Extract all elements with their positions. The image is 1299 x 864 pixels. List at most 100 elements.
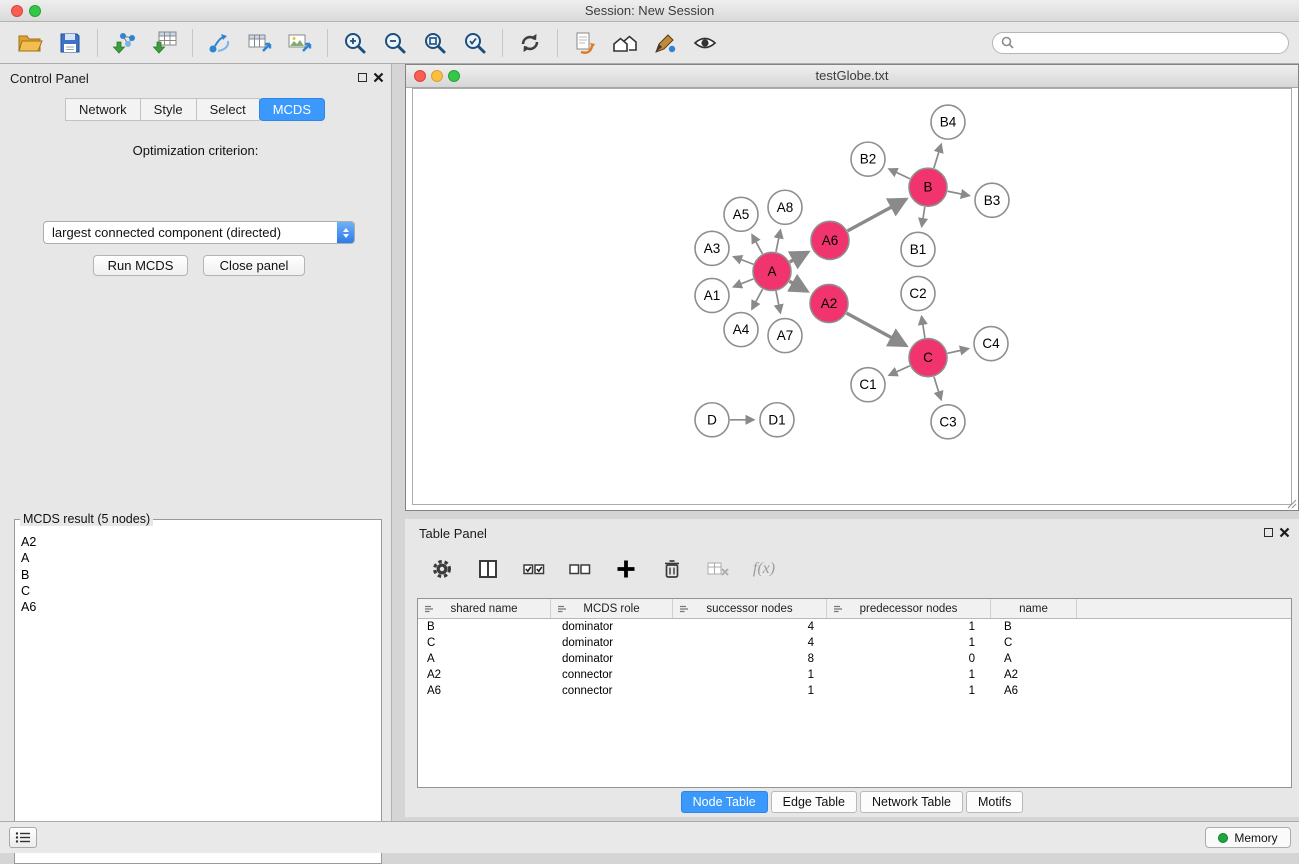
show-hide-graphics-button[interactable] (685, 27, 725, 59)
table-row[interactable]: A2 connector 1 1 A2 (418, 667, 1291, 683)
minimize-network-window-icon[interactable] (431, 70, 443, 82)
search-input[interactable] (1019, 36, 1280, 50)
export-image-button[interactable] (280, 27, 320, 59)
graph-node-A5[interactable]: A5 (724, 197, 758, 231)
mcds-result-item[interactable]: A6 (21, 599, 375, 615)
graph-node-A4[interactable]: A4 (724, 313, 758, 347)
home-view-button[interactable] (605, 27, 645, 59)
graph-node-C1[interactable]: C1 (851, 368, 885, 402)
graph-node-B2[interactable]: B2 (851, 142, 885, 176)
tab-mcds[interactable]: MCDS (259, 98, 325, 121)
optimization-criterion-dropdown[interactable]: largest connected component (directed) (43, 221, 355, 244)
open-folder-button[interactable] (10, 27, 50, 59)
close-window-icon[interactable] (11, 5, 23, 17)
network-canvas[interactable]: B4 B2 B B3 A5 A8 A6 B1 A3 A C2 A1 A2 A4 A7 C4 C C1 C3 D D1 (412, 88, 1292, 505)
graph-node-B1[interactable]: B1 (901, 232, 935, 266)
export-table-button[interactable] (240, 27, 280, 59)
close-network-window-icon[interactable] (414, 70, 426, 82)
graph-edge-C-C4[interactable] (948, 349, 969, 354)
mcds-result-item[interactable]: A2 (21, 534, 375, 550)
close-table-panel-icon[interactable] (1279, 527, 1290, 538)
tab-select[interactable]: Select (196, 98, 260, 121)
zoom-window-icon[interactable] (29, 5, 41, 17)
memory-button[interactable]: Memory (1205, 827, 1291, 848)
column-header-successor-nodes[interactable]: successor nodes (673, 599, 827, 618)
delete-columns-button[interactable] (703, 555, 733, 583)
graph-edge-B-B3[interactable] (948, 191, 970, 195)
graph-node-B[interactable]: B (909, 168, 947, 206)
float-panel-icon[interactable] (358, 73, 367, 82)
delete-row-button[interactable] (657, 555, 687, 583)
style-brush-button[interactable] (645, 27, 685, 59)
refresh-view-button[interactable] (510, 27, 550, 59)
column-visibility-button[interactable] (473, 555, 503, 583)
tab-style[interactable]: Style (140, 98, 197, 121)
graph-node-A3[interactable]: A3 (695, 231, 729, 265)
graph-node-B3[interactable]: B3 (975, 183, 1009, 217)
graph-edge-A-A1[interactable] (733, 279, 753, 287)
open-session-document-button[interactable] (565, 27, 605, 59)
graph-edge-A-A7[interactable] (776, 291, 780, 313)
mcds-result-item[interactable]: C (21, 583, 375, 599)
deselect-all-button[interactable] (565, 555, 595, 583)
graph-node-A2[interactable]: A2 (810, 284, 848, 322)
table-row[interactable]: A dominator 8 0 A (418, 651, 1291, 667)
table-settings-button[interactable] (427, 555, 457, 583)
graph-edge-A-A6[interactable] (790, 252, 808, 262)
graph-edge-C-C3[interactable] (934, 377, 941, 400)
graph-node-D1[interactable]: D1 (760, 403, 794, 437)
graph-node-C2[interactable]: C2 (901, 276, 935, 310)
graph-node-C[interactable]: C (909, 339, 947, 377)
tab-motifs[interactable]: Motifs (966, 791, 1023, 813)
table-row[interactable]: C dominator 4 1 C (418, 635, 1291, 651)
graph-node-A7[interactable]: A7 (768, 319, 802, 353)
graph-node-A6[interactable]: A6 (811, 221, 849, 259)
graph-node-D[interactable]: D (695, 403, 729, 437)
graph-edge-B-B2[interactable] (889, 169, 910, 179)
add-row-button[interactable] (611, 555, 641, 583)
graph-node-A1[interactable]: A1 (695, 278, 729, 312)
float-table-panel-icon[interactable] (1264, 528, 1273, 537)
graph-node-C3[interactable]: C3 (931, 405, 965, 439)
close-panel-icon[interactable] (373, 72, 384, 83)
column-header-mcds-role[interactable]: MCDS role (551, 599, 673, 618)
graph-edge-C-C1[interactable] (889, 366, 910, 375)
graph-edge-A2-C[interactable] (847, 313, 906, 346)
function-builder-button[interactable]: f(x) (749, 555, 779, 583)
table-row[interactable]: B dominator 4 1 B (418, 619, 1291, 635)
column-header-name[interactable]: name (991, 599, 1077, 618)
table-row[interactable]: A6 connector 1 1 A6 (418, 683, 1291, 699)
task-history-button[interactable] (9, 827, 37, 848)
column-header-predecessor-nodes[interactable]: predecessor nodes (827, 599, 991, 618)
graph-node-A[interactable]: A (753, 252, 791, 290)
graph-edge-A-A4[interactable] (752, 289, 763, 309)
graph-node-A8[interactable]: A8 (768, 190, 802, 224)
graph-node-B4[interactable]: B4 (931, 105, 965, 139)
select-all-button[interactable] (519, 555, 549, 583)
zoom-out-button[interactable] (375, 27, 415, 59)
save-session-button[interactable] (50, 27, 90, 59)
import-network-button[interactable] (105, 27, 145, 59)
graph-edge-A-A2[interactable] (789, 281, 807, 291)
graph-edge-A-A8[interactable] (776, 230, 780, 252)
run-mcds-button[interactable]: Run MCDS (93, 255, 188, 276)
graph-edge-A-A5[interactable] (752, 235, 762, 254)
tab-network[interactable]: Network (65, 98, 141, 121)
graph-edge-A6-B[interactable] (848, 199, 906, 231)
tab-edge-table[interactable]: Edge Table (771, 791, 857, 813)
export-network-button[interactable] (200, 27, 240, 59)
graph-edge-C-C2[interactable] (922, 316, 925, 338)
zoom-in-button[interactable] (335, 27, 375, 59)
tab-node-table[interactable]: Node Table (681, 791, 768, 813)
graph-edge-A-A3[interactable] (733, 257, 753, 265)
graph-edge-B-B4[interactable] (934, 144, 941, 168)
tab-network-table[interactable]: Network Table (860, 791, 963, 813)
graph-edge-B-B1[interactable] (922, 207, 925, 227)
network-window-titlebar[interactable]: testGlobe.txt (406, 65, 1298, 88)
mcds-result-item[interactable]: A (21, 550, 375, 566)
resize-grip-icon[interactable] (1286, 498, 1297, 509)
zoom-network-window-icon[interactable] (448, 70, 460, 82)
column-header-shared-name[interactable]: shared name (418, 599, 551, 618)
graph-node-C4[interactable]: C4 (974, 327, 1008, 361)
import-table-button[interactable] (145, 27, 185, 59)
